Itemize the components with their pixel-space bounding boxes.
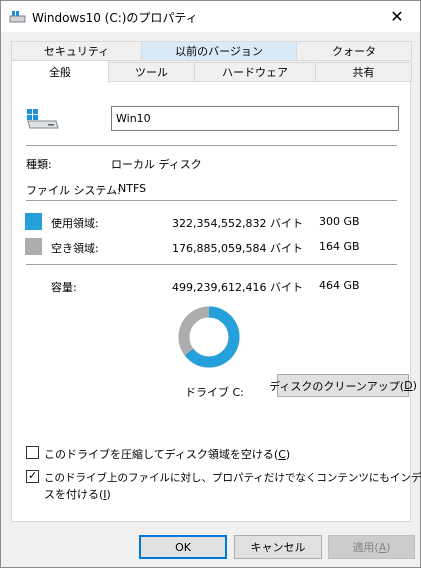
index-contents-checkbox[interactable]: ✓	[26, 469, 39, 483]
compress-drive-suffix: )	[285, 448, 291, 461]
type-value: ローカル ディスク	[111, 158, 202, 171]
free-space-swatch	[25, 238, 42, 255]
usage-donut-chart	[178, 306, 240, 368]
tab-quota-label: クォータ	[332, 45, 376, 58]
file-system-label: ファイル システム:	[26, 184, 121, 197]
index-contents-suffix: )	[106, 488, 111, 501]
capacity-bytes: 499,239,612,416 バイト	[172, 281, 303, 294]
used-space-size: 300 GB	[319, 215, 360, 228]
tab-previous-versions[interactable]: 以前のバージョン	[141, 41, 297, 61]
properties-dialog: Windows10 (C:)のプロパティ ✕ セキュリティ 以前のバージョン ク…	[0, 0, 421, 568]
divider	[26, 145, 397, 146]
general-tab-panel: 種類: ローカル ディスク ファイル システム: NTFS 使用領域: 322,…	[11, 81, 421, 522]
tab-sharing-label: 共有	[352, 66, 375, 79]
free-space-bytes: 176,885,059,584 バイト	[172, 242, 303, 255]
type-label: 種類:	[26, 158, 52, 171]
tab-tools-label: ツール	[135, 66, 168, 79]
index-contents-label-line1[interactable]: このドライブ上のファイルに対し、プロパティだけでなくコンテンツにもインデック	[44, 470, 421, 485]
index-contents-text: スを付ける(	[44, 488, 104, 501]
apply-button[interactable]: 適用(A)	[328, 535, 415, 559]
index-contents-label-line2[interactable]: スを付ける(I)	[44, 486, 111, 502]
tab-tools[interactable]: ツール	[108, 62, 195, 82]
compress-drive-text: このドライブを圧縮してディスク領域を空ける(	[44, 448, 279, 461]
tab-security[interactable]: セキュリティ	[11, 41, 142, 61]
disk-cleanup-button[interactable]: ディスクのクリーンアップ(D)	[269, 374, 417, 397]
tab-general-label: 全般	[49, 66, 71, 79]
tab-hardware-label: ハードウェア	[222, 66, 288, 79]
drive-name-input[interactable]	[111, 106, 399, 131]
tab-sharing[interactable]: 共有	[315, 62, 412, 82]
title-bar[interactable]: Windows10 (C:)のプロパティ ✕	[1, 1, 420, 32]
checkmark-icon: ✓	[28, 469, 38, 482]
close-icon: ✕	[390, 7, 404, 26]
compress-drive-mnemonic: C	[278, 448, 286, 461]
used-space-label: 使用領域:	[51, 217, 99, 230]
tab-general[interactable]: 全般	[11, 60, 109, 83]
apply-text: 適用(	[352, 541, 379, 554]
file-system-value: NTFS	[118, 182, 147, 195]
disk-cleanup-text: ディスクのクリーンアップ(	[269, 379, 405, 393]
drive-icon	[9, 11, 26, 23]
tab-previous-versions-label: 以前のバージョン	[175, 45, 263, 58]
free-space-size: 164 GB	[319, 240, 360, 253]
drive-label: ドライブ C:	[185, 386, 244, 399]
disk-cleanup-mnemonic: D	[404, 379, 413, 392]
tab-hardware[interactable]: ハードウェア	[194, 62, 316, 82]
used-space-swatch	[25, 213, 42, 230]
capacity-size: 464 GB	[319, 279, 360, 292]
apply-suffix: )	[386, 540, 391, 554]
drive-icon	[27, 109, 59, 129]
divider	[26, 200, 397, 201]
compress-drive-checkbox[interactable]	[26, 446, 39, 459]
cancel-button-label: キャンセル	[250, 541, 306, 554]
free-space-label: 空き領域:	[51, 242, 99, 255]
window-title: Windows10 (C:)のプロパティ	[32, 11, 198, 25]
tab-quota[interactable]: クォータ	[296, 41, 412, 61]
tab-security-label: セキュリティ	[43, 45, 110, 58]
apply-mnemonic: A	[378, 540, 387, 554]
disk-cleanup-suffix: )	[412, 379, 417, 392]
capacity-label: 容量:	[51, 281, 77, 294]
cancel-button[interactable]: キャンセル	[234, 535, 322, 559]
compress-drive-label[interactable]: このドライブを圧縮してディスク領域を空ける(C)	[44, 446, 290, 462]
close-button[interactable]: ✕	[374, 1, 420, 32]
ok-button-label: OK	[175, 540, 191, 554]
divider	[26, 264, 397, 265]
used-space-bytes: 322,354,552,832 バイト	[172, 217, 303, 230]
ok-button[interactable]: OK	[139, 535, 227, 559]
